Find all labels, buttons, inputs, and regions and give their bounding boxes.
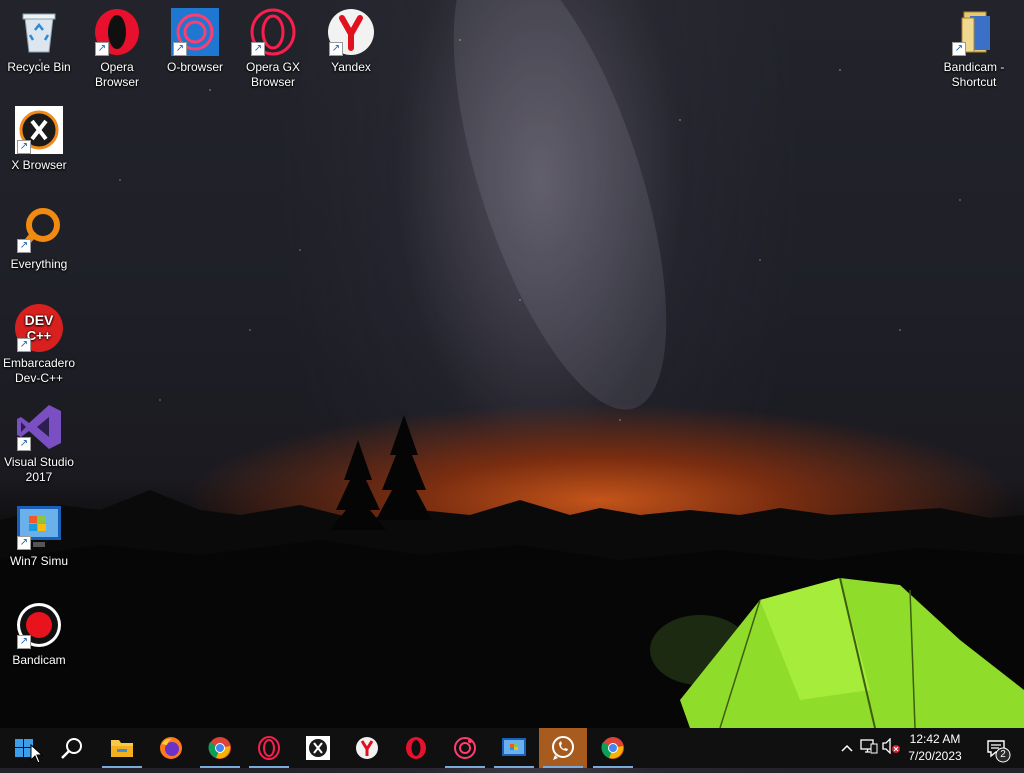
taskbar-chrome[interactable]: [196, 728, 244, 768]
taskbar-firefox[interactable]: [147, 728, 195, 768]
chrome-icon: [601, 737, 624, 759]
desktop-icon-label: Win7 Simu: [9, 554, 68, 568]
search-button[interactable]: [48, 728, 96, 768]
desktop-icon-bandicam[interactable]: ↗ Bandicam: [0, 601, 78, 668]
desktop-icon-visual-studio[interactable]: ↗ Visual Studio 2017: [0, 403, 78, 485]
whatsapp-icon: [552, 736, 574, 760]
recycle-bin-icon: [15, 8, 63, 56]
folder-shortcut-icon: ↗: [950, 8, 998, 56]
volume-muted-icon: [882, 736, 900, 755]
taskbar-file-explorer[interactable]: [98, 728, 146, 768]
desktop-icon-dev-cpp[interactable]: DEV C++ ↗ Embarcadero Dev-C++: [0, 304, 78, 386]
chrome-icon: [208, 737, 231, 759]
network-button[interactable]: [858, 738, 880, 759]
record-icon: ↗: [15, 601, 63, 649]
taskbar: 12:42 AM 7/20/2023 2: [0, 728, 1024, 768]
taskbar-yandex[interactable]: [343, 728, 391, 768]
shortcut-arrow-icon: ↗: [17, 140, 31, 154]
opera-icon: [406, 737, 426, 759]
shortcut-arrow-icon: ↗: [952, 42, 966, 56]
desktop-icon-label: O-browser: [166, 60, 223, 74]
desktop-icon-yandex[interactable]: ↗ Yandex: [312, 8, 390, 75]
shortcut-arrow-icon: ↗: [95, 42, 109, 56]
desktop-icon-o-browser[interactable]: ↗ O-browser: [156, 8, 234, 75]
visual-studio-icon: ↗: [15, 403, 63, 451]
shortcut-arrow-icon: ↗: [17, 239, 31, 253]
taskbar-chrome-2[interactable]: [589, 728, 637, 768]
notification-count-badge: 2: [1000, 749, 1006, 760]
show-hidden-icons-button[interactable]: [836, 739, 858, 757]
chevron-up-icon: [841, 744, 853, 752]
taskbar-whatsapp[interactable]: [539, 728, 587, 768]
taskbar-opera[interactable]: [392, 728, 440, 768]
shortcut-arrow-icon: ↗: [17, 338, 31, 352]
desktop-icon-label: Bandicam - Shortcut: [943, 60, 1005, 89]
x-browser-icon: [306, 736, 330, 760]
desktop-icon-label: Visual Studio 2017: [4, 455, 74, 484]
desktop-icon-x-browser[interactable]: ↗ X Browser: [0, 106, 78, 173]
desktop-icon-everything[interactable]: ↗ Everything: [0, 205, 78, 272]
yandex-icon: [356, 737, 378, 759]
desktop-icon-label: Recycle Bin: [7, 60, 71, 74]
network-icon: [860, 738, 878, 753]
magnifier-icon: ↗: [15, 205, 63, 253]
desktop-icon-label: Opera Browser: [94, 60, 139, 89]
search-icon: [61, 738, 82, 759]
o-browser-icon: ↗: [171, 8, 219, 56]
system-tray: [836, 728, 902, 768]
desktop-icon-opera-gx[interactable]: ↗ Opera GX Browser: [234, 8, 312, 90]
clock-date: 7/20/2023: [908, 749, 962, 763]
action-center-button[interactable]: 2: [976, 728, 1016, 768]
opera-icon: ↗: [93, 8, 141, 56]
dev-cpp-icon: DEV C++ ↗: [15, 304, 63, 352]
desktop-icon-label: Yandex: [331, 60, 371, 74]
mouse-cursor-icon: [30, 744, 44, 764]
desktop-icon-label: Bandicam: [12, 653, 66, 667]
opera-gx-icon: ↗: [249, 8, 297, 56]
folder-icon: [111, 740, 133, 757]
taskbar-x-browser[interactable]: [294, 728, 342, 768]
win7-simu-icon: ↗: [15, 502, 63, 550]
desktop-icon-label: Embarcadero Dev-C++: [2, 356, 76, 385]
taskbar-o-browser[interactable]: [441, 728, 489, 768]
opera-gx-icon: [258, 736, 280, 760]
devcpp-badge-line1: DEV: [25, 312, 54, 328]
volume-button[interactable]: [880, 736, 902, 759]
taskbar-clock[interactable]: 12:42 AM 7/20/2023: [900, 731, 970, 765]
clock-time: 12:42 AM: [909, 732, 961, 746]
yandex-icon: ↗: [327, 8, 375, 56]
shortcut-arrow-icon: ↗: [17, 635, 31, 649]
shortcut-arrow-icon: ↗: [173, 42, 187, 56]
o-browser-icon: [454, 737, 476, 759]
wallpaper-landscape: [0, 0, 1024, 728]
desktop-icon-opera-browser[interactable]: ↗ Opera Browser: [78, 8, 156, 90]
shortcut-arrow-icon: ↗: [17, 437, 31, 451]
desktop-icon-win7-simu[interactable]: ↗ Win7 Simu: [0, 502, 78, 569]
desktop-icon-label: X Browser: [11, 158, 67, 172]
desktop-icon-bandicam-shortcut[interactable]: ↗ Bandicam - Shortcut: [935, 8, 1013, 90]
shortcut-arrow-icon: ↗: [17, 536, 31, 550]
desktop-icon-label: Everything: [10, 257, 68, 271]
firefox-icon: [160, 737, 182, 759]
win7-simu-icon: [502, 738, 526, 756]
desktop-icon-recycle-bin[interactable]: Recycle Bin: [0, 8, 78, 75]
shortcut-arrow-icon: ↗: [251, 42, 265, 56]
desktop-icon-label: Opera GX Browser: [245, 60, 301, 89]
shortcut-arrow-icon: ↗: [329, 42, 343, 56]
taskbar-win7-simu[interactable]: [490, 728, 538, 768]
x-browser-icon: ↗: [15, 106, 63, 154]
taskbar-opera-gx[interactable]: [245, 728, 293, 768]
